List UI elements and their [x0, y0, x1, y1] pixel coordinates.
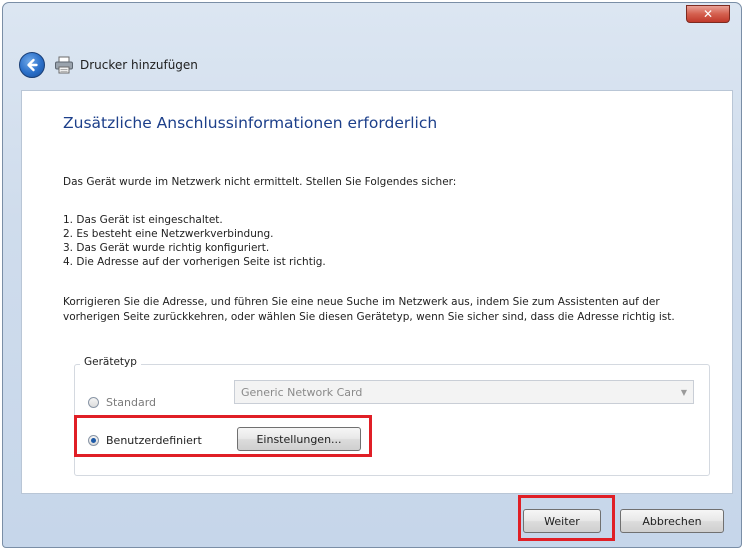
- highlight-box-custom: [74, 415, 372, 457]
- close-button[interactable]: ✕: [686, 5, 730, 23]
- checklist: 1. Das Gerät ist eingeschaltet. 2. Es be…: [63, 213, 326, 269]
- device-type-group-label: Gerätetyp: [80, 356, 141, 368]
- wizard-window: ✕ Drucker hinzufügen Zusätzliche Anschlu…: [2, 2, 742, 548]
- standard-radio[interactable]: [88, 397, 99, 408]
- standard-label: Standard: [106, 396, 157, 409]
- checklist-item: 3. Das Gerät wurde richtig konfiguriert.: [63, 242, 270, 254]
- printer-icon: [55, 56, 73, 74]
- checklist-item: 4. Die Adresse auf der vorherigen Seite …: [63, 256, 326, 268]
- close-icon: ✕: [702, 7, 714, 21]
- checklist-item: 1. Das Gerät ist eingeschaltet.: [63, 214, 223, 226]
- standard-device-select[interactable]: Generic Network Card ▼: [234, 380, 694, 404]
- navigation-bar: Drucker hinzufügen: [19, 51, 198, 79]
- standard-device-value: Generic Network Card: [241, 385, 363, 399]
- standard-option[interactable]: Standard: [88, 396, 156, 409]
- checklist-item: 2. Es besteht eine Netzwerkverbindung.: [63, 228, 274, 240]
- highlight-box-next: [518, 495, 615, 541]
- back-button[interactable]: [19, 52, 45, 78]
- page-heading: Zusätzliche Anschlussinformationen erfor…: [63, 114, 438, 132]
- window-title: Drucker hinzufügen: [80, 58, 198, 72]
- chevron-down-icon: ▼: [680, 388, 687, 397]
- back-arrow-icon: [27, 58, 38, 72]
- cancel-button[interactable]: Abbrechen: [620, 509, 724, 533]
- intro-text: Das Gerät wurde im Netzwerk nicht ermitt…: [63, 176, 457, 188]
- instruction-paragraph: Korrigieren Sie die Adresse, und führen …: [63, 296, 675, 323]
- cancel-button-label: Abbrechen: [642, 514, 702, 528]
